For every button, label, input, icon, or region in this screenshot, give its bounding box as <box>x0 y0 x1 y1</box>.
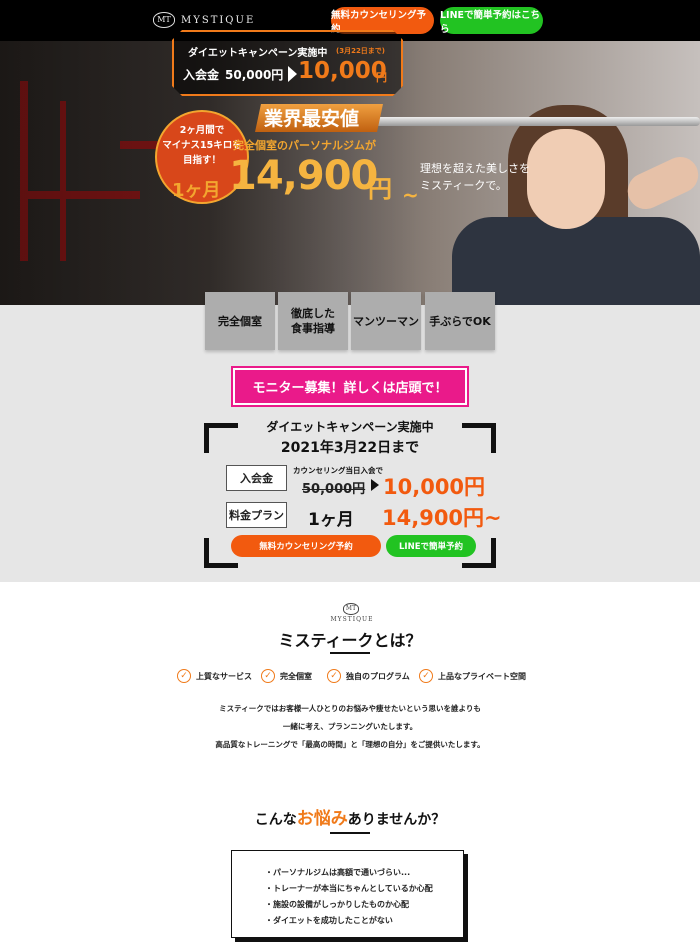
worries-title-post: ありませんか？ <box>347 812 446 828</box>
header-logo[interactable]: MT MYSTIQUE <box>153 10 255 30</box>
check-icon: ✓ <box>261 669 275 683</box>
line-cta-button[interactable]: LINEで簡単予約 <box>386 535 476 557</box>
worry-item: ・パーソナルジムは高額で通いづらい... <box>265 868 411 877</box>
worry-item: ・施設の設備がしっかりしたものか心配 <box>265 900 409 909</box>
frame-corner <box>204 423 238 453</box>
price-card-date: 2021年3月22日まで <box>280 440 420 456</box>
campaign-title: ダイエットキャンペーン実施中 <box>188 48 328 59</box>
feature-empty-handed: 手ぶらでOK <box>425 292 495 350</box>
about-point-label: 完全個室 <box>280 671 312 681</box>
about-point: ✓ 独自のプログラム <box>327 668 410 684</box>
lowest-price-text: 業界最安値 <box>264 108 360 130</box>
fee-old: 50,000円 <box>225 68 284 82</box>
about-logo-text: MYSTIQUE <box>330 616 374 623</box>
frame-corner <box>462 423 496 453</box>
worries-title-pre: こんな <box>254 812 297 828</box>
about-point-label: 独自のプログラム <box>346 671 410 681</box>
header-line-button[interactable]: LINEで簡単予約はこちら <box>440 7 543 35</box>
feature-diet-guidance: 徹底した 食事指導 <box>278 292 348 350</box>
fee-new-unit: 円 <box>376 71 387 84</box>
worries-title-emphasis: お悩み <box>296 809 348 829</box>
fee-label: 入会金 <box>183 68 220 82</box>
hero-price-tilde: ~ <box>402 183 419 207</box>
title-underline <box>330 832 370 834</box>
plan-price: 14,900円~ <box>382 506 502 530</box>
header-counseling-button[interactable]: 無料カウンセリング予約 <box>331 7 434 35</box>
counseling-cta-button[interactable]: 無料カウンセリング予約 <box>231 535 381 557</box>
feature-private-room: 完全個室 <box>205 292 275 350</box>
about-logo: MT <box>336 603 366 615</box>
private-gym-text: 完全個室のパーソナルジムが <box>233 139 376 152</box>
old-price: 50,000円 <box>302 482 366 497</box>
tagline-line-1: 理想を超えた美しさを <box>420 162 530 175</box>
campaign-date: (3月22日まで) <box>336 47 386 55</box>
logo-mark-icon: MT <box>343 603 359 615</box>
worries-title: こんなお悩みありませんか？ <box>200 804 500 829</box>
plan-label-box: 料金プラン <box>226 502 287 528</box>
model-face <box>527 129 605 229</box>
check-icon: ✓ <box>327 669 341 683</box>
about-text-line: 一緒に考え、プランニングいたします。 <box>282 722 418 731</box>
fee-new: 10,000 <box>298 58 387 84</box>
about-point-label: 上質なサービス <box>196 671 252 681</box>
hero-tagline: 理想を超えた美しさを ミスティークで。 <box>420 160 530 194</box>
logo-text: MYSTIQUE <box>181 14 256 26</box>
about-text-line: ミスティークではお客様一人ひとりのお悩みや痩せたいという思いを誰よりも <box>219 704 481 713</box>
monitor-banner[interactable]: モニター募集！詳しくは店頭で！ <box>231 366 469 407</box>
badge-line-1: 2ヶ月間で <box>179 125 225 136</box>
title-underline <box>330 652 370 654</box>
tagline-line-2: ミスティークで。 <box>420 179 507 192</box>
hero-price-unit: 円 <box>368 175 392 203</box>
price-card-title: ダイエットキャンペーン実施中 <box>266 420 434 434</box>
logo-mark-icon: MT <box>153 12 175 28</box>
check-icon: ✓ <box>177 669 191 683</box>
worry-item: ・ダイエットを成功したことがない <box>265 916 393 925</box>
fee-label-box: 入会金 <box>226 465 287 491</box>
arrow-right-icon <box>371 479 379 491</box>
check-icon: ✓ <box>419 669 433 683</box>
about-point-label: 上品なプライベート空間 <box>438 671 526 681</box>
about-point: ✓ 完全個室 <box>261 668 312 684</box>
about-text-line: 高品質なトレーニングで「最高の時間」と「理想の自分」をご提供いたします。 <box>215 740 485 749</box>
arrow-right-icon <box>288 66 297 82</box>
worry-item: ・トレーナーが本当にちゃんとしているか心配 <box>265 884 433 893</box>
feature-one-on-one: マンツーマン <box>351 292 421 350</box>
counseling-note: カウンセリング当日入会で <box>293 466 383 475</box>
about-title: ミスティークとは？ <box>278 631 422 650</box>
plan-value: 1ヶ月 <box>308 510 354 530</box>
about-point: ✓ 上品なプライベート空間 <box>419 668 526 684</box>
barbell-graphic <box>375 117 700 126</box>
new-price: 10,000円 <box>383 475 486 499</box>
hero-month: 1ヶ月 <box>172 180 221 201</box>
hero-price: 14,900 <box>229 153 378 199</box>
about-point: ✓ 上質なサービス <box>177 668 252 684</box>
model-arm <box>621 151 700 215</box>
